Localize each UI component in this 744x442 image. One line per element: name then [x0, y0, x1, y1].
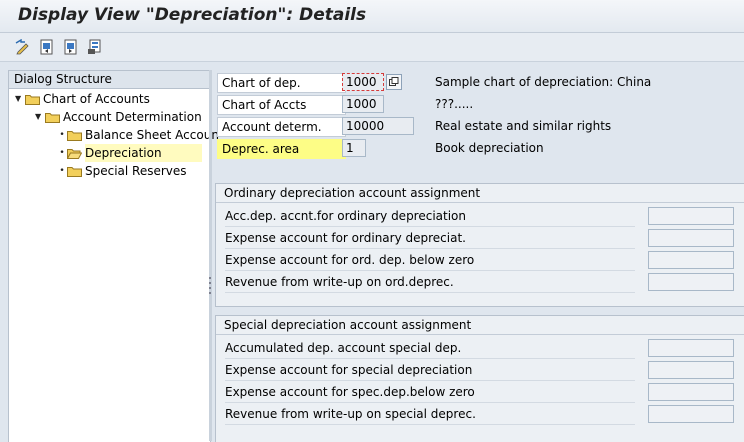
tree-item-label: Balance Sheet Accoun [85, 128, 219, 142]
row-label: Revenue from write-up on special deprec. [225, 404, 635, 425]
group-row: Expense account for spec.dep.below zero [225, 382, 743, 403]
window-title: Display View "Depreciation": Details [18, 5, 367, 25]
acc-dep-ordinary-input[interactable] [648, 207, 734, 225]
title-bar: Display View "Depreciation": Details [0, 0, 744, 33]
row-label: Accumulated dep. account special dep. [225, 338, 635, 359]
expand-arrow-icon[interactable]: ▼ [35, 108, 45, 126]
next-entry-icon[interactable] [62, 38, 80, 56]
folder-icon [25, 94, 40, 105]
folder-icon [45, 112, 60, 123]
revenue-write-up-ordinary-input[interactable] [648, 273, 734, 291]
group-row: Expense account for special depreciation [225, 360, 743, 381]
open-folder-icon [67, 148, 82, 159]
value-help-icon[interactable] [386, 74, 402, 90]
other-view-icon[interactable] [14, 38, 32, 56]
field-label: Chart of dep. [217, 73, 346, 93]
expense-ordinary-input[interactable] [648, 229, 734, 247]
group-title: Special depreciation account assignment [216, 316, 744, 335]
field-description: Book depreciation [435, 141, 544, 155]
tree-item-label: Chart of Accounts [43, 92, 150, 106]
dialog-structure-header: Dialog Structure [9, 71, 210, 89]
tree-item-account-determination[interactable]: ▼ Account Determination [35, 108, 202, 126]
application-toolbar [0, 33, 744, 62]
expense-special-input[interactable] [648, 361, 734, 379]
field-label: Deprec. area [217, 139, 346, 159]
tree-item-label: Depreciation [85, 144, 202, 162]
row-label: Expense account for spec.dep.below zero [225, 382, 635, 403]
tree-item-label: Special Reserves [85, 164, 187, 178]
special-depreciation-group: Special depreciation account assignment … [215, 315, 744, 442]
previous-entry-icon[interactable] [38, 38, 56, 56]
expense-ordinary-below-zero-input[interactable] [648, 251, 734, 269]
expense-special-below-zero-input[interactable] [648, 383, 734, 401]
field-description: Sample chart of depreciation: China [435, 75, 652, 89]
field-account-determ: Account determ. 10000 Real estate and si… [217, 117, 637, 137]
field-deprec-area: Deprec. area 1 Book depreciation [217, 139, 637, 159]
details-panel: Chart of dep. 1000 Sample chart of depre… [212, 62, 744, 442]
field-label: Chart of Accts [217, 95, 346, 115]
tree-item-depreciation[interactable]: • Depreciation [57, 144, 202, 162]
revenue-write-up-special-input[interactable] [648, 405, 734, 423]
bullet-icon: • [59, 148, 65, 158]
accumulated-dep-special-input[interactable] [648, 339, 734, 357]
chart-of-accts-input[interactable]: 1000 [342, 95, 384, 113]
group-row: Expense account for ord. dep. below zero [225, 250, 743, 271]
field-description: ???..... [435, 97, 474, 111]
group-row: Revenue from write-up on ord.deprec. [225, 272, 743, 293]
row-label: Expense account for ordinary depreciat. [225, 228, 635, 249]
expand-arrow-icon[interactable]: ▼ [15, 90, 25, 108]
account-determ-input[interactable]: 10000 [342, 117, 414, 135]
group-row: Revenue from write-up on special deprec. [225, 404, 743, 425]
group-title: Ordinary depreciation account assignment [216, 184, 744, 203]
field-chart-of-dep: Chart of dep. 1000 Sample chart of depre… [217, 73, 651, 93]
field-description: Real estate and similar rights [435, 119, 612, 133]
field-label: Account determ. [217, 117, 346, 137]
group-row: Accumulated dep. account special dep. [225, 338, 743, 359]
folder-icon [67, 166, 82, 177]
folder-icon [67, 130, 82, 141]
row-label: Revenue from write-up on ord.deprec. [225, 272, 635, 293]
print-icon[interactable] [86, 38, 104, 56]
tree-item-special-reserves[interactable]: • Special Reserves [57, 162, 187, 180]
row-label: Acc.dep. accnt.for ordinary depreciation [225, 206, 635, 227]
bullet-icon: • [59, 130, 65, 140]
chart-of-dep-input[interactable]: 1000 [342, 73, 384, 91]
tree-item-balance-sheet-accounts[interactable]: • Balance Sheet Accoun [57, 126, 219, 144]
row-label: Expense account for ord. dep. below zero [225, 250, 635, 271]
field-chart-of-accts: Chart of Accts 1000 ???..... [217, 95, 637, 115]
tree-item-chart-of-accounts[interactable]: ▼ Chart of Accounts [15, 90, 150, 108]
deprec-area-input[interactable]: 1 [342, 139, 366, 157]
group-row: Expense account for ordinary depreciat. [225, 228, 743, 249]
tree-item-label: Account Determination [63, 110, 202, 124]
row-label: Expense account for special depreciation [225, 360, 635, 381]
ordinary-depreciation-group: Ordinary depreciation account assignment… [215, 183, 744, 307]
bullet-icon: • [59, 166, 65, 176]
group-row: Acc.dep. accnt.for ordinary depreciation [225, 206, 743, 227]
dialog-structure-panel: Dialog Structure ▼ Chart of Accounts ▼ A… [8, 70, 219, 442]
